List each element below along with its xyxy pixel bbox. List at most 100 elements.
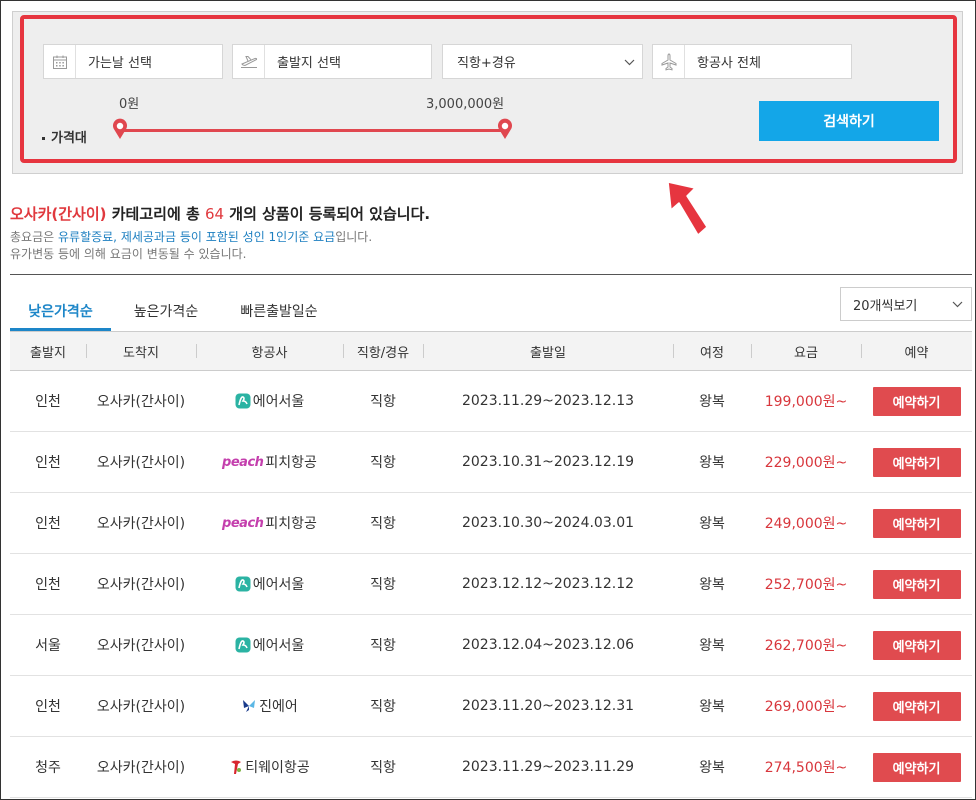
cell-departure: 청주 xyxy=(35,760,61,776)
peach-logo-icon: peach xyxy=(222,454,264,470)
summary-text-a: 카테고리에 총 xyxy=(106,205,205,223)
cell-arrival: 오사카(간사이) xyxy=(96,577,186,593)
per-page-value: 20개씩보기 xyxy=(853,298,918,314)
pointer-arrow-icon xyxy=(667,181,708,236)
price-change-notice: 유가변동 등에 의해 요금이 변동될 수 있습니다. xyxy=(10,247,247,261)
cell-airline: peach 피치항공 xyxy=(196,493,343,553)
highlight-box xyxy=(20,15,957,163)
jinair-logo-icon xyxy=(241,699,257,713)
cell-airline: 에어서울 xyxy=(196,371,343,431)
book-button[interactable]: 예약하기 xyxy=(872,569,961,599)
table-row: 인천 오사카(간사이) 진에어 직항 2023.11.20~2023.12.31 왕복 26… xyxy=(10,676,972,737)
cell-date: 2023.10.30~2024.03.01 xyxy=(461,515,635,531)
cell-date: 2023.11.20~2023.12.31 xyxy=(461,698,635,714)
cell-route: 직항 xyxy=(370,577,396,593)
cell-airline: 에어서울 xyxy=(196,554,343,614)
cell-trip: 왕복 xyxy=(699,638,725,654)
price-notice-highlight: 유류할증료, 제세공과금 등이 포함된 성인 1인기준 요금 xyxy=(57,230,336,244)
cell-price: 252,700원~ xyxy=(764,577,848,593)
cell-arrival: 오사카(간사이) xyxy=(96,516,186,532)
cell-airline: 에어서울 xyxy=(196,615,343,675)
table-row: 인천 오사카(간사이) peach 피치항공 직항 2023.10.30~2024.03.… xyxy=(10,493,972,554)
cell-trip: 왕복 xyxy=(699,516,725,532)
cell-trip: 왕복 xyxy=(699,760,725,776)
chevron-down-icon xyxy=(952,297,963,311)
tab-earliest-departure[interactable]: 빠른출발일순 xyxy=(226,301,332,331)
header-price: 요금 xyxy=(751,332,861,370)
airline-name: 피치항공 xyxy=(265,516,317,532)
cell-arrival: 오사카(간사이) xyxy=(96,394,186,410)
airline-name: 에어서울 xyxy=(252,638,305,654)
cell-trip: 왕복 xyxy=(699,699,725,715)
book-button[interactable]: 예약하기 xyxy=(872,447,961,477)
cell-route: 직항 xyxy=(370,455,396,471)
per-page-select[interactable]: 20개씩보기 xyxy=(840,287,972,321)
category-name: 오사카(간사이) xyxy=(10,205,107,223)
header-arrival: 도착지 xyxy=(86,332,196,370)
table-row: 청주 오사카(간사이) 티웨이항공 직항 2023.11.29~2023.11.29 왕복… xyxy=(10,737,972,798)
airseoul-logo-icon xyxy=(235,576,251,592)
cell-arrival: 오사카(간사이) xyxy=(96,699,186,715)
cell-price: 229,000원~ xyxy=(764,455,848,471)
airseoul-logo-icon xyxy=(235,637,251,653)
book-button[interactable]: 예약하기 xyxy=(872,508,961,538)
cell-departure: 인천 xyxy=(35,455,61,471)
cell-date: 2023.10.31~2023.12.19 xyxy=(461,454,635,470)
tab-low-price[interactable]: 낮은가격순 xyxy=(10,301,111,331)
cell-book: 예약하기 xyxy=(861,493,972,553)
cell-date: 2023.12.12~2023.12.12 xyxy=(461,576,635,592)
header-airline: 항공사 xyxy=(196,332,343,370)
cell-departure: 인천 xyxy=(35,394,61,410)
cell-book: 예약하기 xyxy=(861,615,972,675)
airseoul-logo-icon xyxy=(235,393,251,409)
cell-book: 예약하기 xyxy=(861,371,972,431)
table-row: 인천 오사카(간사이) 에어서울 직항 2023.12.12~2023.12.12 왕복 2… xyxy=(10,554,972,615)
cell-route: 직항 xyxy=(370,699,396,715)
table-header: 출발지 도착지 항공사 직항/경유 출발일 여정 요금 예약 xyxy=(10,331,972,371)
header-departure: 출발지 xyxy=(30,345,66,361)
header-date: 출발일 xyxy=(423,332,673,370)
cell-price: 199,000원~ xyxy=(764,394,848,410)
cell-book: 예약하기 xyxy=(861,432,972,492)
cell-departure: 서울 xyxy=(35,638,61,654)
cell-price: 262,700원~ xyxy=(764,638,848,654)
cell-route: 직항 xyxy=(370,760,396,776)
cell-departure: 인천 xyxy=(35,516,61,532)
cell-book: 예약하기 xyxy=(861,737,972,797)
cell-arrival: 오사카(간사이) xyxy=(96,760,186,776)
price-notice: 총요금은 유류할증료, 제세공과금 등이 포함된 성인 1인기준 요금입니다. xyxy=(10,228,372,245)
peach-logo-icon: peach xyxy=(222,515,264,531)
cell-price: 249,000원~ xyxy=(764,516,848,532)
cell-departure: 인천 xyxy=(35,699,61,715)
table-row: 서울 오사카(간사이) 에어서울 직항 2023.12.04~2023.12.06 왕복 2… xyxy=(10,615,972,676)
table-row: 인천 오사카(간사이) peach 피치항공 직항 2023.10.31~2023.12.… xyxy=(10,432,972,493)
cell-route: 직항 xyxy=(370,394,396,410)
cell-airline: peach 피치항공 xyxy=(196,432,343,492)
tway-logo-icon xyxy=(229,759,243,775)
cell-date: 2023.12.04~2023.12.06 xyxy=(461,637,635,653)
book-button[interactable]: 예약하기 xyxy=(872,691,961,721)
airline-name: 에어서울 xyxy=(252,577,305,593)
header-route: 직항/경유 xyxy=(343,332,423,370)
book-button[interactable]: 예약하기 xyxy=(872,386,961,416)
table-row: 인천 오사카(간사이) 에어서울 직항 2023.11.29~2023.12.13 왕복 1… xyxy=(10,371,972,432)
cell-trip: 왕복 xyxy=(699,455,725,471)
book-button[interactable]: 예약하기 xyxy=(872,630,961,660)
airline-name: 진에어 xyxy=(259,699,298,715)
header-trip: 여정 xyxy=(673,332,751,370)
cell-trip: 왕복 xyxy=(699,394,725,410)
book-button[interactable]: 예약하기 xyxy=(872,752,961,782)
airline-name: 피치항공 xyxy=(265,455,317,471)
result-summary: 오사카(간사이) 카테고리에 총 64 개의 상품이 등록되어 있습니다. xyxy=(10,203,430,224)
cell-book: 예약하기 xyxy=(861,554,972,614)
cell-date: 2023.11.29~2023.12.13 xyxy=(461,393,635,409)
cell-book: 예약하기 xyxy=(861,676,972,736)
cell-route: 직항 xyxy=(370,516,396,532)
cell-route: 직항 xyxy=(370,638,396,654)
cell-date: 2023.11.29~2023.11.29 xyxy=(461,759,635,775)
airline-name: 에어서울 xyxy=(252,394,305,410)
cell-airline: 티웨이항공 xyxy=(196,737,343,797)
tab-high-price[interactable]: 높은가격순 xyxy=(122,301,210,331)
cell-departure: 인천 xyxy=(35,577,61,593)
cell-trip: 왕복 xyxy=(699,577,725,593)
